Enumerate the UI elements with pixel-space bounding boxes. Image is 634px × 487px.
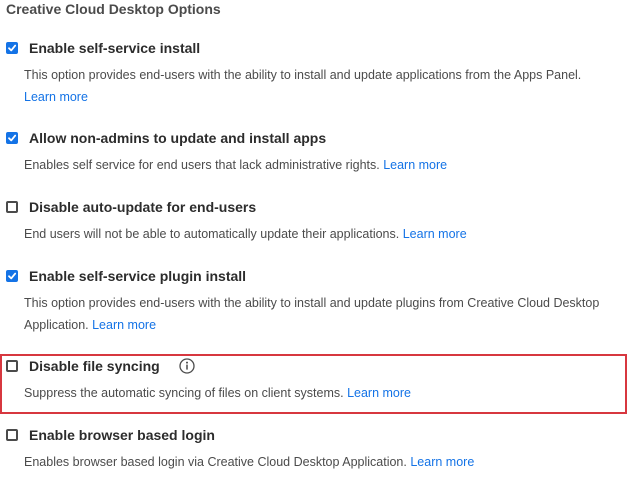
- disable-file-syncing-checkbox[interactable]: [6, 360, 18, 372]
- option-description: Enables browser based login via Creative…: [24, 451, 474, 473]
- disable-auto-update-checkbox[interactable]: [6, 201, 18, 213]
- option-description: This option provides end-users with the …: [24, 292, 624, 336]
- option-label: Enable browser based login: [29, 427, 215, 443]
- option-description: End users will not be able to automatica…: [24, 223, 467, 245]
- learn-more-link[interactable]: Learn more: [347, 386, 411, 400]
- option-header: Disable auto-update for end-users: [6, 198, 256, 216]
- checkmark-icon: [8, 272, 17, 280]
- option-header: Enable browser based login: [6, 426, 215, 444]
- description-text: Enables self service for end users that …: [24, 158, 380, 172]
- option-description: Enables self service for end users that …: [24, 154, 447, 176]
- option-description: Suppress the automatic syncing of files …: [24, 382, 411, 404]
- option-label: Enable self-service plugin install: [29, 268, 247, 284]
- option-header: Allow non-admins to update and install a…: [6, 129, 326, 147]
- description-text: End users will not be able to automatica…: [24, 227, 400, 241]
- option-description: This option provides end-users with the …: [24, 64, 624, 108]
- allow-non-admins-checkbox[interactable]: [6, 132, 18, 144]
- description-text: This option provides end-users with the …: [24, 68, 582, 82]
- learn-more-link[interactable]: Learn more: [383, 158, 447, 172]
- option-header: Enable self-service plugin install: [6, 267, 246, 285]
- info-icon[interactable]: [179, 358, 195, 374]
- description-text: Suppress the automatic syncing of files …: [24, 386, 344, 400]
- option-label: Disable file syncing: [29, 358, 160, 374]
- enable-browser-login-checkbox[interactable]: [6, 429, 18, 441]
- learn-more-link[interactable]: Learn more: [410, 455, 474, 469]
- section-title: Creative Cloud Desktop Options: [6, 1, 221, 17]
- option-label: Disable auto-update for end-users: [29, 199, 257, 215]
- option-header: Enable self-service install: [6, 39, 200, 57]
- enable-self-service-install-checkbox[interactable]: [6, 42, 18, 54]
- learn-more-link[interactable]: Learn more: [92, 318, 156, 332]
- option-header: Disable file syncing: [6, 357, 195, 375]
- learn-more-link[interactable]: Learn more: [24, 90, 88, 104]
- checkmark-icon: [8, 134, 17, 142]
- learn-more-link[interactable]: Learn more: [403, 227, 467, 241]
- checkmark-icon: [8, 44, 17, 52]
- enable-plugin-install-checkbox[interactable]: [6, 270, 18, 282]
- description-text: Enables browser based login via Creative…: [24, 455, 407, 469]
- option-label: Enable self-service install: [29, 40, 201, 56]
- option-label: Allow non-admins to update and install a…: [29, 130, 327, 146]
